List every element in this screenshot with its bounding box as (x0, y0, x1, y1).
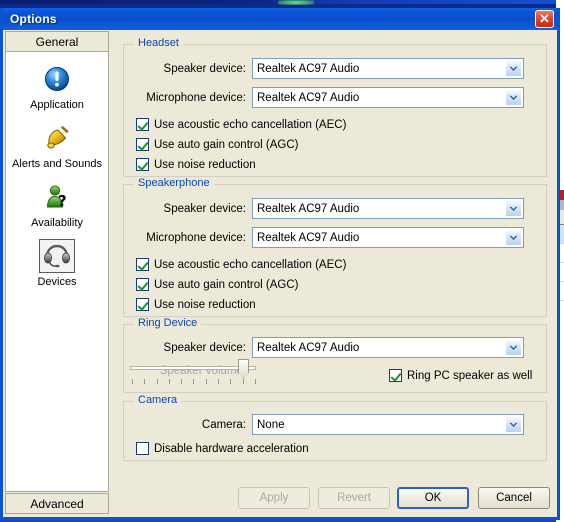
group-camera-title: Camera (134, 394, 182, 406)
speakerphone-noise-checkbox-row[interactable]: Use noise reduction (136, 298, 256, 311)
speakerphone-speaker-row: Speaker device: Realtek AC97 Audio (130, 198, 524, 219)
close-icon[interactable]: ✕ (535, 10, 554, 28)
sidebar-item-availability[interactable]: ? Availability (6, 170, 108, 229)
group-headset: Headset Speaker device: Realtek AC97 Aud… (123, 37, 547, 177)
chevron-down-icon[interactable] (505, 89, 522, 106)
headset-microphone-label: Microphone device: (146, 91, 246, 104)
camera-row: Camera: None (130, 414, 524, 435)
speakerphone-aec-checkbox[interactable] (136, 258, 149, 271)
headset-speaker-row: Speaker device: Realtek AC97 Audio (130, 58, 524, 79)
speakerphone-agc-checkbox[interactable] (136, 278, 149, 291)
chevron-down-icon[interactable] (505, 60, 522, 77)
speakerphone-noise-checkbox[interactable] (136, 298, 149, 311)
sidebar-item-application[interactable]: Application (6, 52, 108, 111)
disable-hw-accel-checkbox-row[interactable]: Disable hardware acceleration (136, 442, 309, 455)
ring-volume-slider[interactable] (130, 358, 258, 384)
sidebar-tab-general[interactable]: General (5, 31, 109, 52)
disable-hw-accel-label: Disable hardware acceleration (154, 442, 309, 455)
chevron-down-icon[interactable] (505, 200, 522, 217)
speakerphone-agc-checkbox-row[interactable]: Use auto gain control (AGC) (136, 278, 298, 291)
options-dialog: Options ✕ General Application Alerts and… (0, 8, 560, 520)
slider-track[interactable] (130, 366, 256, 370)
headset-agc-checkbox[interactable] (136, 138, 149, 151)
headset-aec-checkbox-row[interactable]: Use acoustic echo cancellation (AEC) (136, 118, 346, 131)
group-camera: Camera Camera: None Disable hardware acc… (123, 394, 547, 461)
speakerphone-microphone-label: Microphone device: (146, 231, 246, 244)
ring-pc-speaker-checkbox-row[interactable]: Ring PC speaker as well (389, 369, 532, 382)
speakerphone-speaker-select[interactable]: Realtek AC97 Audio (252, 198, 524, 219)
speakerphone-noise-label: Use noise reduction (154, 298, 256, 311)
slider-thumb[interactable] (238, 359, 249, 379)
sidebar-item-label: Application (30, 99, 84, 111)
group-headset-title: Headset (134, 37, 183, 49)
headset-noise-label: Use noise reduction (154, 158, 256, 171)
headset-noise-checkbox-row[interactable]: Use noise reduction (136, 158, 256, 171)
headset-aec-checkbox[interactable] (136, 118, 149, 131)
revert-button[interactable]: Revert (318, 487, 390, 509)
speakerphone-aec-checkbox-row[interactable]: Use acoustic echo cancellation (AEC) (136, 258, 346, 271)
speakerphone-aec-label: Use acoustic echo cancellation (AEC) (154, 258, 347, 271)
sidebar-item-label: Alerts and Sounds (12, 158, 102, 170)
ok-button[interactable]: OK (397, 487, 469, 509)
headset-microphone-select[interactable]: Realtek AC97 Audio (252, 87, 524, 108)
headset-speaker-label: Speaker device: (163, 62, 246, 75)
ring-speaker-value: Realtek AC97 Audio (257, 341, 360, 354)
title-bar: Options ✕ (3, 8, 557, 31)
headset-microphone-row: Microphone device: Realtek AC97 Audio (130, 87, 524, 108)
chevron-down-icon[interactable] (505, 416, 522, 433)
apply-button[interactable]: Apply (238, 487, 310, 509)
speakerphone-agc-label: Use auto gain control (AGC) (154, 278, 299, 291)
sidebar-item-alerts-and-sounds[interactable]: Alerts and Sounds (6, 111, 108, 170)
dialog-button-bar: Apply Revert OK Cancel (3, 487, 557, 511)
disable-hw-accel-checkbox[interactable] (136, 442, 149, 455)
headset-microphone-value: Realtek AC97 Audio (257, 91, 360, 104)
sidebar-item-list: Application Alerts and Sounds ? Availabi… (5, 52, 109, 492)
ring-volume-row: Speaker volume: (130, 359, 256, 384)
chevron-down-icon[interactable] (505, 339, 522, 356)
headset-noise-checkbox[interactable] (136, 158, 149, 171)
camera-select[interactable]: None (252, 414, 524, 435)
desktop-green-glow (278, 0, 314, 5)
group-speakerphone-title: Speakerphone (134, 177, 214, 189)
speakerphone-speaker-value: Realtek AC97 Audio (257, 202, 360, 215)
speakerphone-microphone-value: Realtek AC97 Audio (257, 231, 360, 244)
speakerphone-speaker-label: Speaker device: (163, 202, 246, 215)
ring-pc-speaker-checkbox[interactable] (389, 369, 402, 382)
sidebar: General Application Alerts and Sounds ? … (5, 31, 109, 514)
sidebar-item-label: Devices (37, 276, 77, 288)
group-ring-device: Ring Device Speaker device: Realtek AC97… (123, 317, 547, 393)
availability-person-question-icon: ? (39, 180, 75, 214)
ring-speaker-row: Speaker device: Realtek AC97 Audio (130, 337, 524, 358)
group-ring-device-title: Ring Device (134, 317, 202, 329)
chevron-down-icon[interactable] (505, 229, 522, 246)
dialog-body: General Application Alerts and Sounds ? … (3, 30, 557, 517)
speakerphone-microphone-row: Microphone device: Realtek AC97 Audio (130, 227, 524, 248)
ring-speaker-label: Speaker device: (163, 341, 246, 354)
headset-speaker-value: Realtek AC97 Audio (257, 62, 360, 75)
headset-agc-checkbox-row[interactable]: Use auto gain control (AGC) (136, 138, 298, 151)
cancel-button[interactable]: Cancel (478, 487, 550, 509)
camera-label: Camera: (201, 418, 246, 431)
speakerphone-microphone-select[interactable]: Realtek AC97 Audio (252, 227, 524, 248)
ring-speaker-select[interactable]: Realtek AC97 Audio (252, 337, 524, 358)
ring-pc-speaker-label: Ring PC speaker as well (407, 369, 533, 382)
camera-value: None (257, 418, 285, 431)
headset-agc-label: Use auto gain control (AGC) (154, 138, 299, 151)
sidebar-item-label: Availability (31, 217, 83, 229)
info-exclamation-icon (39, 62, 75, 96)
sidebar-item-devices[interactable]: Devices (6, 229, 108, 288)
headset-icon (39, 239, 75, 273)
window-title: Options (10, 12, 57, 26)
settings-content: Headset Speaker device: Realtek AC97 Aud… (115, 34, 555, 494)
headset-aec-label: Use acoustic echo cancellation (AEC) (154, 118, 347, 131)
slider-ticks (132, 379, 256, 384)
group-speakerphone: Speakerphone Speaker device: Realtek AC9… (123, 177, 547, 317)
svg-text:?: ? (58, 192, 67, 210)
bell-icon (39, 121, 75, 155)
headset-speaker-select[interactable]: Realtek AC97 Audio (252, 58, 524, 79)
